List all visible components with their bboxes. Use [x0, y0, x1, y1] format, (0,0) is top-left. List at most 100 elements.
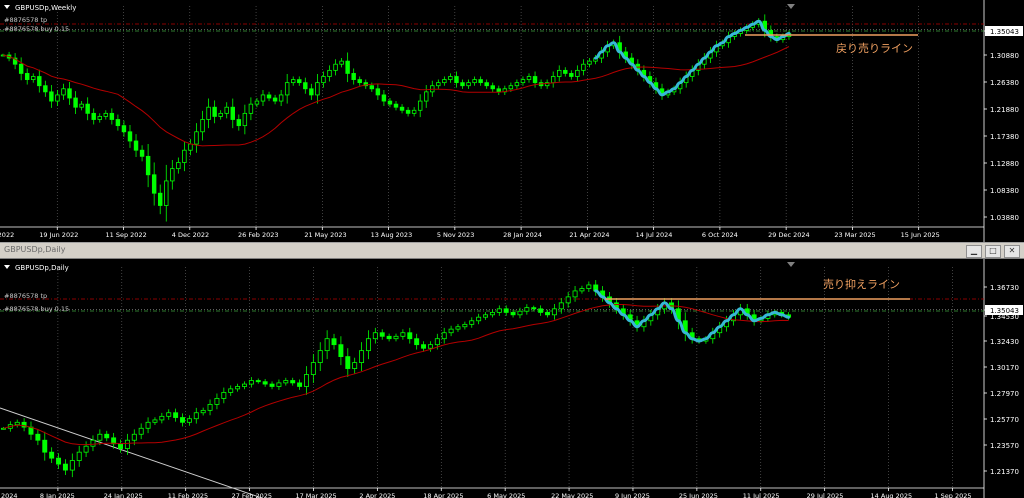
candle-body-bull	[206, 106, 211, 120]
candle-body-bear	[180, 417, 185, 423]
weekly-shift-marker-icon[interactable]	[787, 4, 795, 9]
candle-body-bull	[526, 76, 532, 80]
date-tick-label: 2 Apr 2025	[359, 492, 395, 498]
candle-body-bull	[411, 109, 417, 114]
minimize-icon[interactable]: ▁	[966, 245, 982, 258]
close-icon[interactable]: ✕	[1004, 245, 1020, 258]
daily-tp-label: #8876578 tp	[4, 292, 47, 300]
candle-body-bear	[460, 82, 465, 87]
candle-body-bear	[297, 382, 303, 387]
weekly-price-axis: 1.35043 1.30880 1.26380 1.21880 1.17380 1.128…	[984, 26, 1023, 222]
daily-chart[interactable]: 1.367301.350431.345301.324301.301701.279…	[0, 259, 1024, 498]
daily-dropdown-icon[interactable]	[4, 265, 10, 269]
candle-body-bull	[575, 69, 580, 77]
candle-body-bull	[55, 94, 60, 102]
candle-body-bull	[424, 91, 429, 102]
date-tick-label: 21 Apr 2024	[569, 231, 609, 239]
date-tick-label: 24 Jan 2025	[104, 492, 143, 498]
candle-body-bear	[85, 103, 90, 114]
price-tick-label: 1.21880	[990, 106, 1019, 114]
candle-body-bull	[466, 82, 471, 87]
candle-body-bull	[587, 60, 592, 65]
candle-body-bull	[188, 143, 193, 151]
candle-body-bull	[359, 350, 365, 363]
candle-body-bull	[315, 82, 320, 96]
date-tick-label: 1 Sep 2025	[934, 492, 971, 498]
weekly-grid	[0, 0, 985, 242]
date-tick-label: 21 May 2023	[304, 231, 346, 239]
candle-body-bull	[200, 409, 206, 414]
candle-body-bear	[49, 451, 55, 459]
candle-body-bear	[531, 307, 537, 310]
candle-body-bull	[352, 362, 358, 369]
candle-body-bear	[545, 312, 550, 316]
weekly-chart-panel[interactable]: 1.35043 1.30880 1.26380 1.21880 1.17380 1.128…	[0, 0, 1024, 242]
candle-body-bear	[104, 433, 110, 439]
weekly-candles	[0, 14, 792, 222]
candle-body-bear	[73, 97, 78, 108]
candle-body-bull	[469, 320, 475, 325]
candle-body-bull	[317, 350, 323, 363]
weekly-chart[interactable]: 1.35043 1.30880 1.26380 1.21880 1.17380 1.128…	[0, 0, 1024, 242]
candle-body-bull	[242, 383, 247, 387]
candle-body-bull	[278, 94, 284, 102]
maximize-icon[interactable]: □	[985, 245, 1001, 258]
candle-body-bear	[338, 344, 344, 358]
candle-body-bull	[83, 445, 89, 453]
daily-time-axis: 20 Dec 2024 8 Jan 2025 24 Jan 2025 11 Feb 2…	[0, 488, 972, 498]
daily-grid	[0, 259, 985, 498]
candle-body-bear	[538, 308, 544, 313]
candle-body-bull	[283, 380, 289, 384]
candle-body-bull	[260, 94, 266, 102]
price-tick-label: 1.26380	[990, 79, 1019, 87]
candle-body-bull	[579, 288, 585, 292]
candle-body-bear	[115, 119, 121, 127]
daily-shift-marker-icon[interactable]	[787, 262, 795, 267]
candle-body-bear	[421, 344, 427, 349]
date-tick-label: 29 Dec 2024	[768, 231, 810, 239]
candle-body-bear	[484, 82, 489, 87]
candle-body-bear	[62, 463, 68, 471]
candle-body-bear	[490, 85, 495, 90]
candle-body-bear	[118, 443, 123, 449]
candle-body-bull	[442, 79, 447, 84]
price-tick-label: 1.23570	[990, 442, 1019, 450]
daily-moving-average	[3, 304, 789, 446]
daily-window-titlebar[interactable]: GBPUSDp,Daily ▁ □ ✕	[0, 242, 1024, 259]
price-tick-label: 1.08380	[990, 187, 1019, 195]
candle-body-bear	[212, 106, 217, 117]
candle-body-bear	[43, 85, 48, 93]
candle-body-bull	[434, 338, 440, 346]
candle-body-bull	[291, 79, 296, 84]
candle-body-bear	[230, 106, 235, 120]
daily-chart-panel[interactable]: 1.36730 1.35043 1.34530 1.32430 1.30170 1.279…	[0, 259, 1024, 498]
date-tick-label: 23 Mar 2025	[834, 231, 875, 239]
candle-body-bear	[454, 76, 459, 84]
candle-body-bull	[524, 307, 530, 312]
candle-body-bear	[255, 380, 261, 383]
candle-body-bull	[124, 439, 130, 449]
candle-body-bull	[496, 308, 502, 313]
candle-body-bull	[372, 332, 378, 340]
candle-body-bull	[131, 433, 137, 441]
date-tick-label: 19 Jun 2022	[39, 231, 78, 239]
daily-order-lines	[0, 298, 984, 312]
candle-body-bear	[269, 383, 275, 387]
candle-body-bear	[49, 91, 54, 102]
candle-body-bull	[327, 69, 332, 77]
candle-body-bear	[151, 174, 157, 194]
price-tick-label: 1.21370	[990, 468, 1019, 476]
candle-body-bull	[214, 398, 220, 405]
candle-body-bull	[520, 79, 526, 84]
price-tick-label: 1.36730	[990, 284, 1019, 292]
candle-body-bear	[297, 79, 302, 84]
daily-trendline	[0, 407, 263, 498]
weekly-dropdown-icon[interactable]	[4, 5, 10, 9]
weekly-order-lines	[0, 23, 984, 32]
date-tick-label: 29 Jul 2025	[807, 492, 844, 498]
daily-price-axis: 1.367301.350431.345301.324301.301701.279…	[984, 284, 1023, 476]
candle-body-bear	[387, 100, 393, 105]
candle-body-bull	[581, 63, 586, 71]
candle-body-bull	[31, 76, 36, 80]
date-tick-label: 14 Aug 2025	[871, 492, 913, 498]
